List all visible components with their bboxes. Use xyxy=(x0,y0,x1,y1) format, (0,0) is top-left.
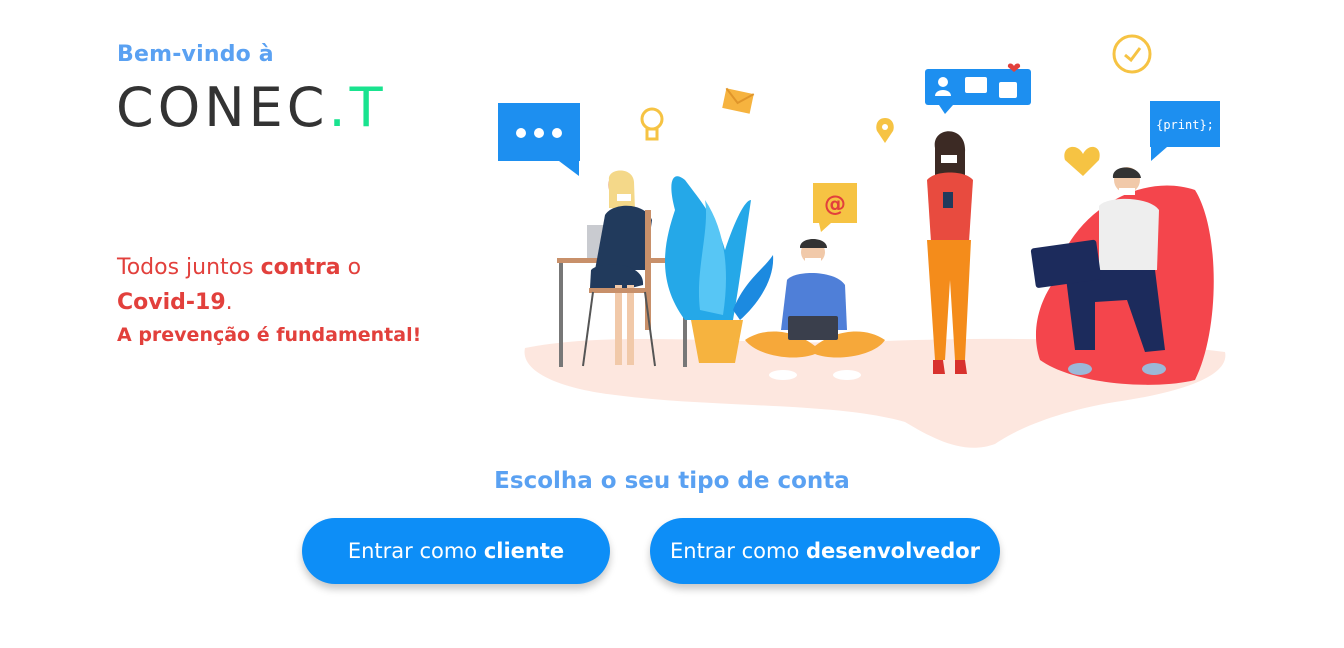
at-sign-label: @ xyxy=(824,192,846,217)
page: Bem-vindo à CONEC.T Todos juntos contra … xyxy=(0,0,1344,648)
welcome-text: Bem-vindo à xyxy=(117,42,274,67)
thumbs-up-icon xyxy=(999,82,1017,98)
code-bubble-label: {print}; xyxy=(1156,118,1214,132)
enter-as-client-button[interactable]: Entrar como cliente xyxy=(302,518,610,584)
client-button-bold: cliente xyxy=(483,539,565,563)
covid-line-2-post: . xyxy=(225,290,233,315)
covid-line-1: Todos juntos contra o xyxy=(117,250,421,285)
covid-line-1-bold: contra xyxy=(260,255,341,280)
app-logo: CONEC.T xyxy=(116,76,387,140)
developer-button-bold: desenvolvedor xyxy=(805,539,981,563)
covid-line-1-post: o xyxy=(340,255,362,280)
social-notification-bar xyxy=(925,63,1031,114)
covid-message: Todos juntos contra o Covid-19. A preven… xyxy=(117,250,421,350)
logo-accent: .T xyxy=(328,76,387,139)
chat-bubble-icon xyxy=(498,103,580,176)
at-sign-bubble-icon: @ xyxy=(813,183,857,232)
account-type-prompt: Escolha o seu tipo de conta xyxy=(494,468,850,494)
remote-work-illustration: @ {print}; xyxy=(498,34,1226,448)
standing-woman-figure xyxy=(927,131,973,374)
location-pin-icon xyxy=(876,118,894,143)
envelope-icon xyxy=(722,87,755,114)
covid-line-1-pre: Todos juntos xyxy=(117,255,261,280)
covid-line-3: A prevenção é fundamental! xyxy=(117,324,422,346)
enter-as-developer-button[interactable]: Entrar como desenvolvedor xyxy=(650,518,1000,584)
covid-line-2-bold: Covid-19 xyxy=(117,290,226,315)
comment-icon xyxy=(965,77,987,93)
developer-button-prefix: Entrar como xyxy=(669,539,806,563)
man-on-beanbag-figure xyxy=(1030,167,1214,385)
heart-icon xyxy=(1064,146,1100,176)
covid-line-2: Covid-19. xyxy=(117,285,421,320)
lightbulb-icon xyxy=(640,107,664,141)
code-bubble-icon: {print}; xyxy=(1150,101,1220,161)
client-button-prefix: Entrar como xyxy=(347,539,484,563)
clock-icon xyxy=(1112,34,1152,74)
logo-main: CONEC xyxy=(116,76,329,139)
user-icon xyxy=(938,77,948,87)
